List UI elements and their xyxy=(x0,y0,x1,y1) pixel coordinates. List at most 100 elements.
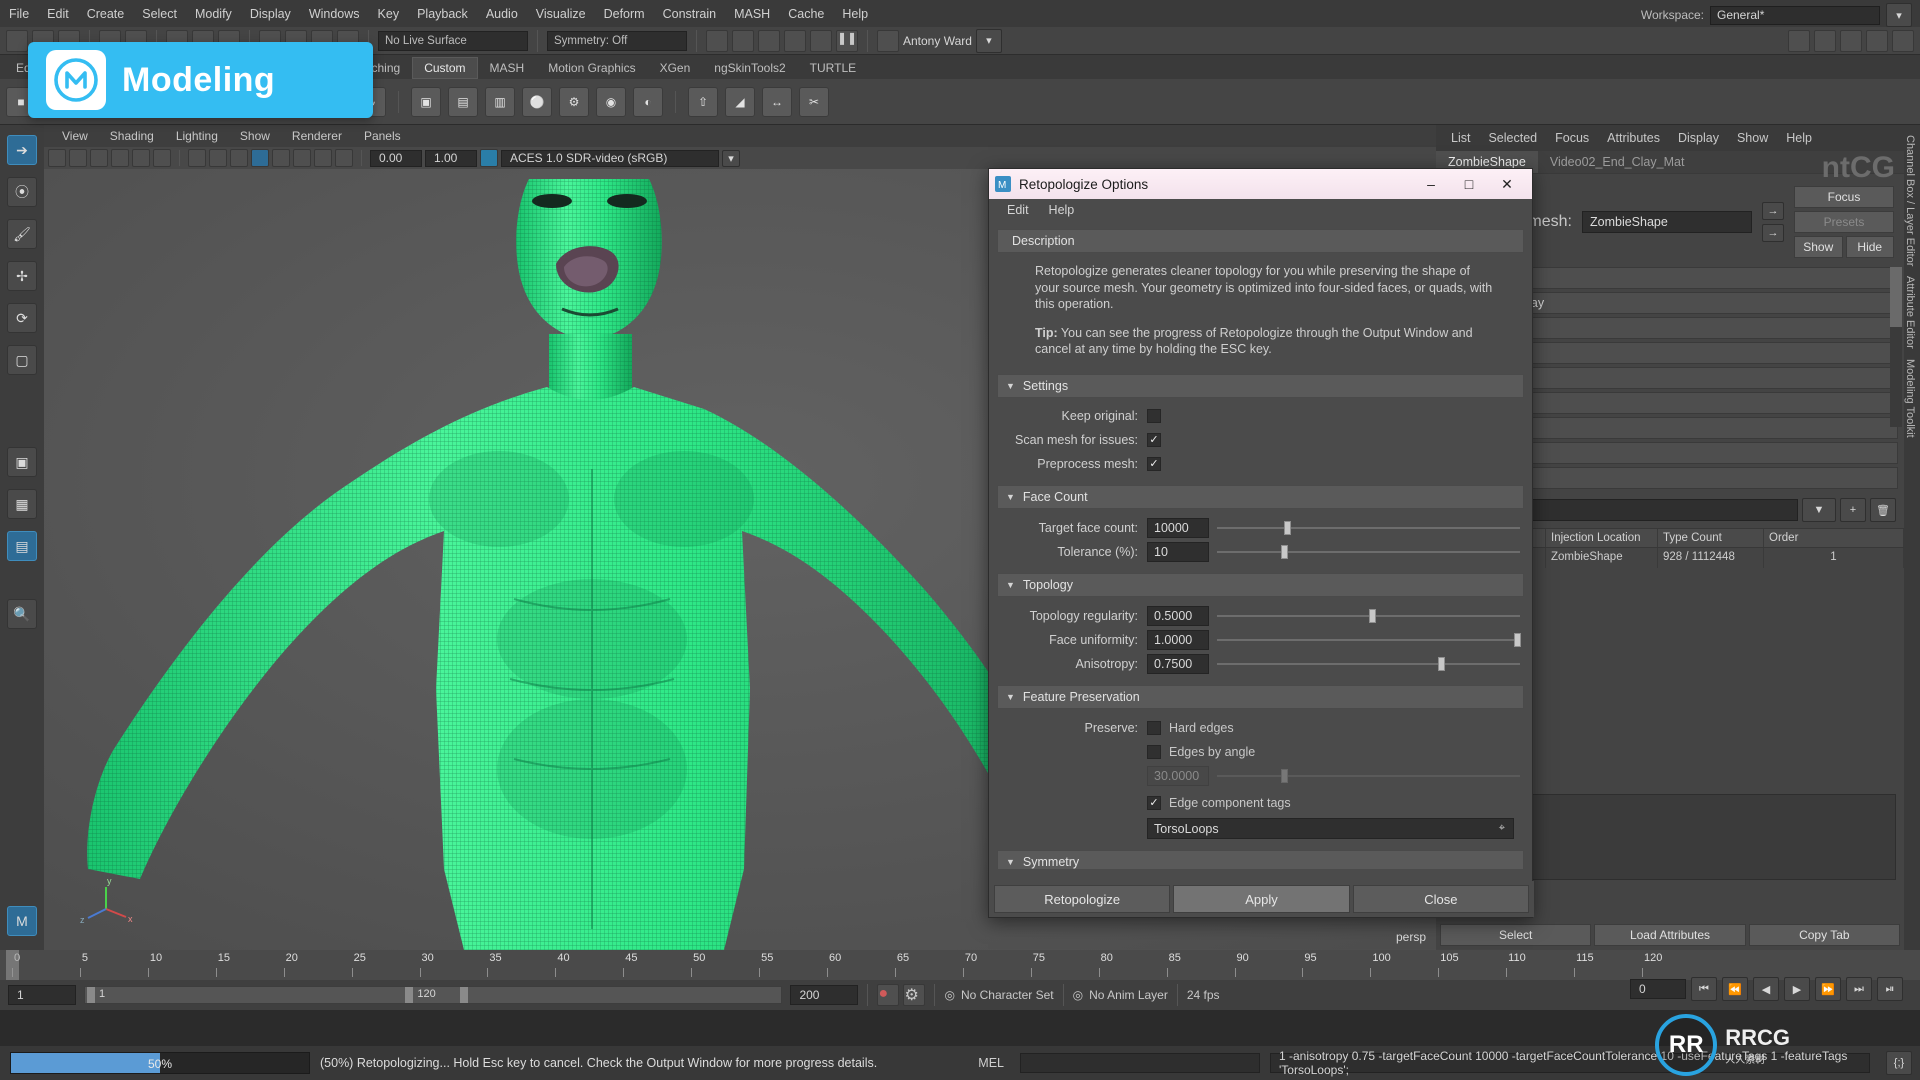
shelf-tab-turtle[interactable]: TURTLE xyxy=(798,57,868,79)
shelf-tab-ngskintools2[interactable]: ngSkinTools2 xyxy=(702,57,797,79)
ae-menu-help[interactable]: Help xyxy=(1777,128,1821,148)
shelf-tab-xgen[interactable]: XGen xyxy=(648,57,703,79)
time-slider-ticks[interactable]: 0510152025303540455055606570758085909510… xyxy=(0,950,1920,980)
user-menu-chevron-icon[interactable]: ▾ xyxy=(975,28,1002,53)
workspace-menu-icon[interactable]: ▾ xyxy=(1886,3,1912,27)
ae-hide-button[interactable]: Hide xyxy=(1845,236,1894,258)
vp-select-camera-icon[interactable] xyxy=(48,149,66,167)
shelf-icon-separate[interactable]: ▥ xyxy=(485,86,515,117)
ae-focus-button[interactable]: Focus xyxy=(1794,186,1894,208)
current-frame-field[interactable]: 0 xyxy=(1630,979,1686,999)
auto-key-icon[interactable]: ● xyxy=(877,984,900,1006)
live-surface-field[interactable]: No Live Surface xyxy=(378,30,528,51)
go-to-end-icon[interactable]: ⏯ xyxy=(1877,977,1903,1001)
ae-menu-selected[interactable]: Selected xyxy=(1479,128,1546,148)
vtab-modeling-toolkit[interactable]: Modeling Toolkit xyxy=(1904,349,1916,438)
dialog-description-header[interactable]: Description xyxy=(997,229,1524,253)
layout-single-icon[interactable]: ▣ xyxy=(7,447,37,477)
viewport-menu-renderer[interactable]: Renderer xyxy=(282,127,352,145)
vp-smooth-shade-icon[interactable] xyxy=(209,149,227,167)
ae-select-button[interactable]: Select xyxy=(1440,924,1592,946)
attribute-editor-menu-bar[interactable]: List Selected Focus Attributes Display S… xyxy=(1436,125,1904,151)
vp-colorspace-field[interactable]: ACES 1.0 SDR-video (sRGB) xyxy=(501,149,719,167)
menu-item-select[interactable]: Select xyxy=(133,3,186,25)
close-icon[interactable]: ✕ xyxy=(1488,170,1526,198)
current-time-indicator[interactable] xyxy=(6,950,19,980)
shelf-tab-motion-graphics[interactable]: Motion Graphics xyxy=(536,57,647,79)
vp-bookmark-icon[interactable] xyxy=(69,149,87,167)
section-feature-preservation[interactable]: ▼ Feature Preservation xyxy=(997,684,1524,709)
sidebar-toggle-1-icon[interactable] xyxy=(1788,29,1810,52)
rotate-tool-icon[interactable]: ⟳ xyxy=(7,303,37,333)
section-settings[interactable]: ▼ Settings xyxy=(997,373,1524,398)
dialog-body[interactable]: Description Retopologize generates clean… xyxy=(989,221,1532,869)
anim-layer-label[interactable]: No Anim Layer xyxy=(1089,988,1168,1002)
dialog-title-bar[interactable]: M Retopologize Options – □ ✕ xyxy=(989,169,1532,199)
viewport-menu-show[interactable]: Show xyxy=(230,127,280,145)
playback-controls[interactable]: 0 ⏮ ⏪ ◀ ▶ ⏩ ⏭ ⏯ xyxy=(1630,977,1903,1001)
sidebar-toggle-2-icon[interactable] xyxy=(1814,29,1836,52)
preprocess-mesh-checkbox[interactable]: ✓ xyxy=(1147,456,1161,471)
fps-label[interactable]: 24 fps xyxy=(1187,988,1220,1002)
close-button[interactable]: Close xyxy=(1352,885,1529,913)
vp-lighting-icon[interactable] xyxy=(251,149,269,167)
edge-component-tags-checkbox[interactable]: ✓ xyxy=(1147,795,1161,810)
viewport-menu-lighting[interactable]: Lighting xyxy=(166,127,228,145)
ae-menu-list[interactable]: List xyxy=(1442,128,1479,148)
scale-tool-icon[interactable]: ▢ xyxy=(7,345,37,375)
shelf-icon-multicut[interactable]: ✂ xyxy=(799,86,829,117)
menu-item-visualize[interactable]: Visualize xyxy=(527,3,595,25)
feature-tag-input[interactable]: TorsoLoops ⌖ xyxy=(1147,818,1514,839)
menu-item-help[interactable]: Help xyxy=(833,3,877,25)
vp-shadows-icon[interactable] xyxy=(272,149,290,167)
command-input[interactable] xyxy=(1020,1053,1260,1073)
shelf-icon-retopologize[interactable]: ⚙ xyxy=(559,86,589,117)
shelf-icon-combine[interactable]: ▤ xyxy=(448,86,478,117)
viewport-toolbar[interactable]: 0.00 1.00 ACES 1.0 SDR-video (sRGB) ▾ xyxy=(44,147,1436,169)
vp-exposure-field[interactable]: 0.00 xyxy=(370,149,422,167)
main-menu-bar[interactable]: File Edit Create Select Modify Display W… xyxy=(0,0,1920,27)
script-editor-icon[interactable]: {;} xyxy=(1886,1051,1912,1075)
ae-load-attributes-button[interactable]: Load Attributes xyxy=(1594,924,1746,946)
playback-pause-icon[interactable]: ❚❚ xyxy=(836,29,858,52)
menu-item-playback[interactable]: Playback xyxy=(408,3,477,25)
character-set-label[interactable]: No Character Set xyxy=(961,988,1054,1002)
anisotropy-input[interactable]: 0.7500 xyxy=(1147,653,1209,674)
ae-select-node-out-icon[interactable]: → xyxy=(1762,224,1784,242)
go-to-start-icon[interactable]: ⏮ xyxy=(1691,977,1717,1001)
viewport-menu-shading[interactable]: Shading xyxy=(100,127,164,145)
vp-motion-blur-icon[interactable] xyxy=(335,149,353,167)
menu-item-modify[interactable]: Modify xyxy=(186,3,241,25)
ae-filter-icon[interactable]: ▼ xyxy=(1802,498,1836,522)
render-current-frame-icon[interactable] xyxy=(732,29,754,52)
ae-add-tag-icon[interactable]: + xyxy=(1840,498,1866,522)
menu-item-display[interactable]: Display xyxy=(241,3,300,25)
vp-film-gate-icon[interactable] xyxy=(132,149,150,167)
user-name[interactable]: Antony Ward xyxy=(903,34,972,48)
step-back-key-icon[interactable]: ⏪ xyxy=(1722,977,1748,1001)
angle-slider[interactable] xyxy=(1217,766,1520,786)
topology-regularity-input[interactable]: 0.5000 xyxy=(1147,605,1209,626)
step-back-frame-icon[interactable]: ◀ xyxy=(1753,977,1779,1001)
ae-menu-display[interactable]: Display xyxy=(1669,128,1728,148)
layout-four-view-icon[interactable]: ▦ xyxy=(7,489,37,519)
menu-item-deform[interactable]: Deform xyxy=(595,3,654,25)
face-uniformity-input[interactable]: 1.0000 xyxy=(1147,629,1209,650)
step-forward-key-icon[interactable]: ⏭ xyxy=(1846,977,1872,1001)
right-vertical-tab-strip[interactable]: Channel Box / Layer Editor Attribute Edi… xyxy=(1904,125,1920,950)
apply-button[interactable]: Apply xyxy=(1173,885,1350,913)
sidebar-toggle-3-icon[interactable] xyxy=(1840,29,1862,52)
retopologize-button[interactable]: Retopologize xyxy=(994,885,1171,913)
select-tool-icon[interactable]: ➔ xyxy=(7,135,37,165)
face-uniformity-slider[interactable] xyxy=(1217,630,1521,650)
viewport-menu-panels[interactable]: Panels xyxy=(354,127,411,145)
shelf-icon-remesh[interactable]: ◉ xyxy=(596,86,626,117)
time-slider[interactable]: 0510152025303540455055606570758085909510… xyxy=(0,950,1920,980)
dialog-button-row[interactable]: Retopologize Apply Close xyxy=(989,881,1534,917)
user-avatar-icon[interactable] xyxy=(877,29,899,52)
vp-color-management-icon[interactable] xyxy=(480,149,498,167)
viewport-menu-bar[interactable]: View Shading Lighting Show Renderer Pane… xyxy=(44,125,1436,147)
mel-label[interactable]: MEL xyxy=(978,1056,1004,1070)
feature-preservation-group[interactable]: Preserve: Hard edges Edges by angle 30.0… xyxy=(997,709,1524,846)
sidebar-toggle-5-icon[interactable] xyxy=(1892,29,1914,52)
